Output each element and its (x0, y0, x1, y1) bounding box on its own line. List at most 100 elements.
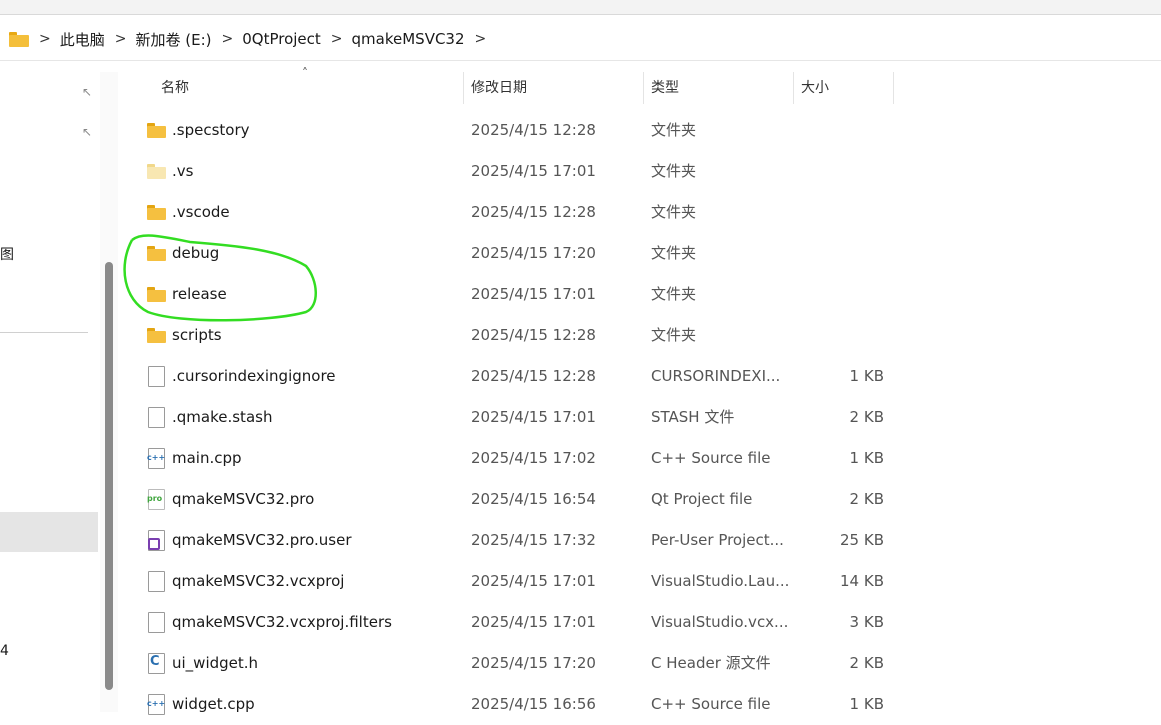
file-icon (146, 612, 166, 633)
file-size: 2 KB (849, 490, 884, 508)
file-name: .vscode (172, 203, 230, 221)
column-divider[interactable] (893, 72, 894, 104)
file-name: ui_widget.h (172, 654, 259, 672)
file-row-specstory[interactable]: .specstory 2025/4/15 12:28 文件夹 (130, 110, 900, 151)
pro-file-icon: pro (146, 489, 166, 510)
file-name: widget.cpp (172, 695, 255, 713)
column-divider[interactable] (643, 72, 644, 104)
file-name: qmakeMSVC32.vcxproj (172, 572, 345, 590)
file-type: C++ Source file (651, 695, 771, 713)
nav-item-partial[interactable]: 4 (0, 643, 9, 659)
green-annotation-circle (123, 234, 317, 322)
file-date-modified: 2025/4/15 17:01 (471, 162, 596, 180)
file-size: 1 KB (849, 367, 884, 385)
file-type: C++ Source file (651, 449, 771, 467)
file-row-qmakemsvc32-pro[interactable]: pro qmakeMSVC32.pro 2025/4/15 16:54 Qt Proj… (130, 479, 900, 520)
folder-icon (146, 204, 166, 222)
file-row-main-cpp[interactable]: c++ main.cpp 2025/4/15 17:02 C++ Source fil… (130, 438, 900, 479)
file-type: Per-User Project... (651, 531, 784, 549)
file-size: 2 KB (849, 654, 884, 672)
file-row-vscode[interactable]: .vscode 2025/4/15 12:28 文件夹 (130, 192, 900, 233)
file-size: 1 KB (849, 695, 884, 713)
file-type: 文件夹 (651, 326, 697, 344)
file-size: 3 KB (849, 613, 884, 631)
breadcrumb-item-current[interactable]: qmakeMSVC32 (352, 30, 465, 48)
file-row-cursorindexingignore[interactable]: .cursorindexingignore 2025/4/15 12:28 CURS… (130, 356, 900, 397)
file-type: Qt Project file (651, 490, 753, 508)
file-type: C Header 源文件 (651, 654, 771, 672)
nav-divider (0, 332, 88, 333)
pin-icon[interactable]: ↖ (81, 86, 93, 98)
chevron-right-icon[interactable]: > (475, 31, 487, 47)
column-header-type[interactable]: 类型 (651, 72, 679, 104)
breadcrumb-item-drive[interactable]: 新加卷 (E:) (135, 29, 211, 50)
file-type: 文件夹 (651, 121, 697, 139)
file-date-modified: 2025/4/15 12:28 (471, 326, 596, 344)
chevron-right-icon[interactable]: > (222, 31, 234, 47)
breadcrumb: 此电脑 > 新加卷 (E:) > 0QtProject > qmakeMSVC3… (60, 29, 496, 50)
file-date-modified: 2025/4/15 17:20 (471, 244, 596, 262)
file-type: CURSORINDEXI... (651, 367, 781, 385)
file-type: 文件夹 (651, 285, 697, 303)
file-date-modified: 2025/4/15 17:01 (471, 613, 596, 631)
file-date-modified: 2025/4/15 17:01 (471, 285, 596, 303)
chevron-right-icon[interactable]: > (331, 31, 343, 47)
breadcrumb-item-folder[interactable]: 0QtProject (242, 30, 321, 48)
file-row-vs[interactable]: .vs 2025/4/15 17:01 文件夹 (130, 151, 900, 192)
file-icon (146, 571, 166, 592)
column-header-size[interactable]: 大小 (801, 72, 829, 104)
file-type: 文件夹 (651, 203, 697, 221)
file-date-modified: 2025/4/15 12:28 (471, 121, 596, 139)
column-header-name[interactable]: 名称 (161, 72, 189, 104)
sort-ascending-icon: ˄ (302, 66, 308, 80)
file-row-qmakemsvc32-vcxproj[interactable]: qmakeMSVC32.vcxproj 2025/4/15 17:01 Visual… (130, 561, 900, 602)
column-header-date[interactable]: 修改日期 (471, 72, 527, 104)
file-size: 2 KB (849, 408, 884, 426)
file-date-modified: 2025/4/15 12:28 (471, 367, 596, 385)
file-row-widget-cpp[interactable]: c++ widget.cpp 2025/4/15 16:56 C++ Source f… (130, 684, 900, 725)
folder-icon (9, 31, 29, 47)
file-type: VisualStudio.vcx... (651, 613, 789, 631)
file-date-modified: 2025/4/15 16:56 (471, 695, 596, 713)
pin-icon[interactable]: ↖ (81, 126, 93, 138)
file-type: STASH 文件 (651, 408, 735, 426)
folder-icon (146, 122, 166, 140)
breadcrumb-item-this-pc[interactable]: 此电脑 (60, 29, 105, 50)
file-name: qmakeMSVC32.pro.user (172, 531, 352, 549)
file-size: 1 KB (849, 449, 884, 467)
file-name: main.cpp (172, 449, 242, 467)
nav-item-partial[interactable]: 图 (0, 244, 14, 264)
file-icon (146, 366, 166, 387)
file-date-modified: 2025/4/15 16:54 (471, 490, 596, 508)
address-divider (0, 60, 1161, 61)
file-type: 文件夹 (651, 162, 697, 180)
file-name: .specstory (172, 121, 250, 139)
file-row-qmakemsvc32-vcxproj-filters[interactable]: qmakeMSVC32.vcxproj.filters 2025/4/15 17:… (130, 602, 900, 643)
file-row-qmake-stash[interactable]: .qmake.stash 2025/4/15 17:01 STASH 文件 2 KB (130, 397, 900, 438)
file-size: 14 KB (840, 572, 884, 590)
file-date-modified: 2025/4/15 17:01 (471, 572, 596, 590)
column-divider[interactable] (463, 72, 464, 104)
file-row-ui-widget-h[interactable]: Cui_widget.h 2025/4/15 17:20 C Header 源文件 2… (130, 643, 900, 684)
file-name: qmakeMSVC32.vcxproj.filters (172, 613, 392, 631)
cpp-file-icon: c++ (146, 694, 166, 715)
chevron-right-icon[interactable]: > (39, 31, 51, 47)
file-date-modified: 2025/4/15 17:02 (471, 449, 596, 467)
window-top-strip (0, 0, 1161, 15)
file-type: VisualStudio.Lau... (651, 572, 790, 590)
file-name: .qmake.stash (172, 408, 273, 426)
folder-icon (146, 163, 166, 181)
cpp-file-icon: c++ (146, 448, 166, 469)
nav-item-selected[interactable] (0, 512, 98, 552)
file-type: 文件夹 (651, 244, 697, 262)
column-divider[interactable] (793, 72, 794, 104)
file-date-modified: 2025/4/15 17:01 (471, 408, 596, 426)
nav-scrollbar-thumb[interactable] (105, 262, 113, 690)
file-row-qmakemsvc32-pro-user[interactable]: qmakeMSVC32.pro.user 2025/4/15 17:32 Per-U… (130, 520, 900, 561)
file-size: 25 KB (840, 531, 884, 549)
file-icon (146, 407, 166, 428)
address-bar[interactable]: > 此电脑 > 新加卷 (E:) > 0QtProject > qmakeMSV… (0, 18, 1161, 60)
file-date-modified: 2025/4/15 17:20 (471, 654, 596, 672)
file-name: .cursorindexingignore (172, 367, 336, 385)
chevron-right-icon[interactable]: > (115, 31, 127, 47)
